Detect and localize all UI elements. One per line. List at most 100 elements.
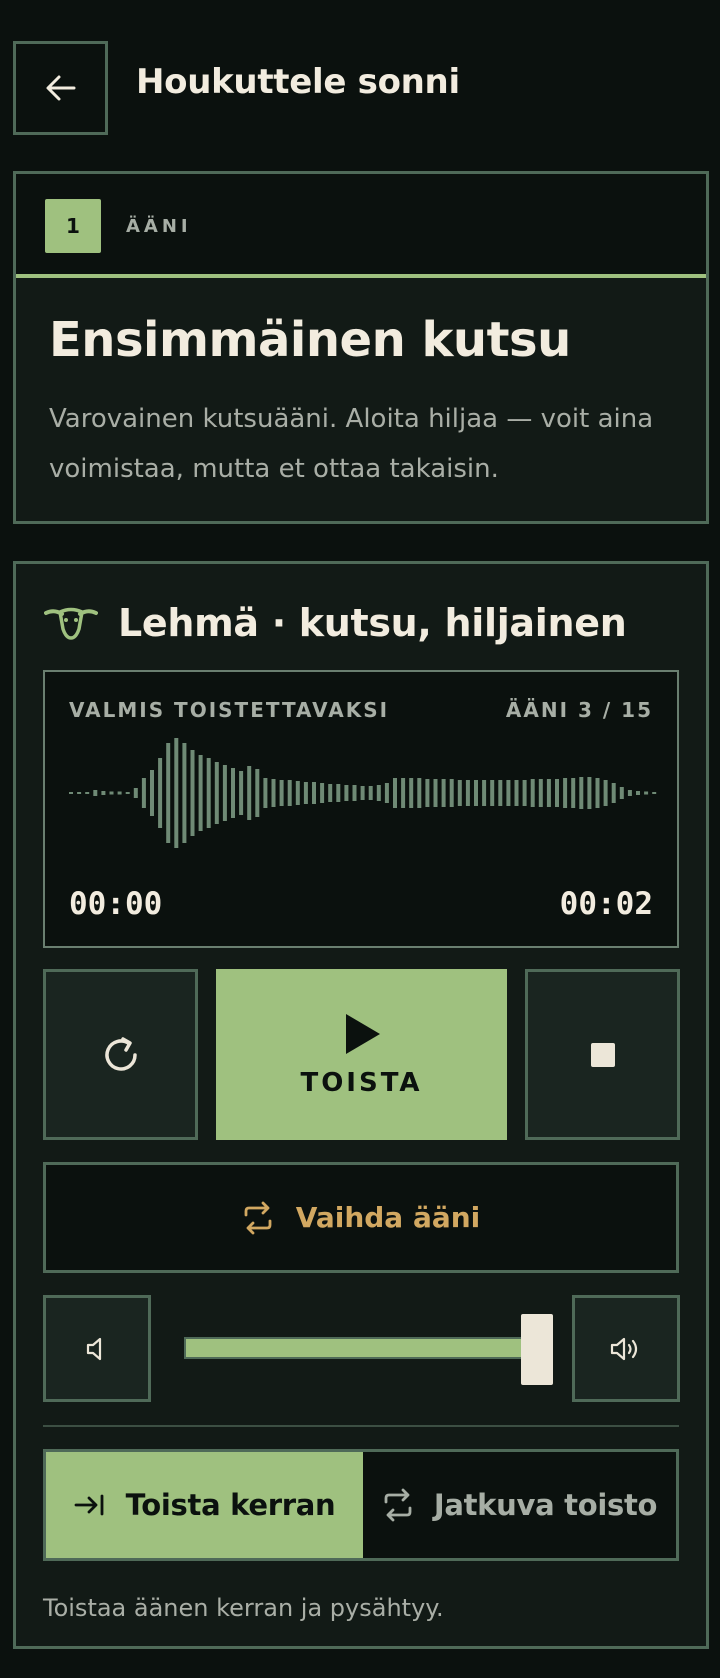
waveform-bar: [190, 750, 195, 836]
waveform-bar: [77, 792, 82, 794]
mode-play-once-label: Toista kerran: [125, 1488, 336, 1522]
waveform-bar: [133, 788, 138, 798]
waveform-bar: [360, 786, 365, 800]
waveform-bar: [231, 768, 235, 818]
mode-continuous-label: Jatkuva toisto: [433, 1488, 658, 1522]
waveform-bar: [222, 765, 227, 821]
waveform-bar: [182, 743, 187, 843]
waveform-bar: [652, 792, 657, 794]
switch-sound-button[interactable]: Vaihda ääni: [43, 1162, 679, 1273]
waveform-bar: [117, 791, 122, 795]
waveform-bar: [417, 778, 422, 808]
waveform-bar: [425, 779, 430, 807]
mode-help-text: Toistaa äänen kerran ja pysähtyy.: [43, 1594, 444, 1622]
section-divider: [43, 1425, 679, 1427]
waveform-bar: [255, 769, 260, 817]
waveform-bar: [441, 779, 446, 807]
repeat-icon: [384, 1488, 412, 1522]
waveform-bar: [239, 771, 244, 815]
waveform-bar: [498, 780, 503, 806]
waveform-bar: [482, 780, 487, 806]
waveform-bar: [101, 791, 106, 795]
sound-counter: ÄÄNI 3 / 15: [505, 698, 653, 722]
waveform-bar: [312, 782, 316, 804]
waveform-bar: [125, 792, 130, 794]
step-kind-label: ÄÄNI: [126, 216, 192, 237]
waveform-bar: [409, 778, 414, 808]
waveform[interactable]: [65, 732, 661, 872]
waveform-bar: [449, 779, 454, 807]
waveform-bar: [206, 758, 211, 828]
volume-high-icon: [610, 1337, 638, 1360]
sound-title-row: Lehmä · kutsu, hiljainen: [44, 598, 627, 648]
waveform-bar: [465, 780, 470, 806]
volume-slider-thumb[interactable]: [521, 1314, 553, 1385]
waveform-bar: [538, 779, 543, 807]
time-current: 00:00: [69, 886, 163, 922]
stop-button[interactable]: [525, 969, 680, 1140]
waveform-bar: [546, 779, 551, 807]
stop-icon: [590, 1042, 615, 1067]
step-header: 1 ÄÄNI: [16, 174, 706, 278]
playback-mode-toggle: Toista kerran Jatkuva toisto: [43, 1449, 679, 1561]
replay-button[interactable]: [43, 969, 198, 1140]
waveform-bar: [150, 770, 154, 816]
waveform-bar: [166, 743, 171, 843]
cow-head-icon: [44, 607, 98, 640]
mode-play-once[interactable]: Toista kerran: [46, 1452, 363, 1558]
waveform-bar: [320, 783, 325, 803]
waveform-bar: [141, 778, 146, 808]
waveform-bar: [109, 791, 114, 795]
waveform-bar: [295, 781, 300, 805]
waveform-bar: [336, 784, 341, 802]
waveform-bar: [352, 785, 357, 801]
waveform-bar: [490, 780, 495, 806]
refresh-icon: [104, 1036, 137, 1071]
waveform-bar: [328, 784, 333, 802]
waveform-bar: [368, 786, 373, 800]
volume-down-button[interactable]: [43, 1295, 151, 1402]
play-button[interactable]: TOISTA: [216, 969, 507, 1140]
waveform-bar: [393, 778, 397, 808]
waveform-bar: [595, 778, 600, 808]
mode-continuous[interactable]: Jatkuva toisto: [363, 1452, 676, 1558]
waveform-bar: [263, 778, 268, 808]
waveform-bar: [271, 779, 276, 807]
waveform-bar: [198, 755, 203, 831]
waveform-bar: [603, 780, 608, 806]
waveform-bar: [619, 787, 624, 799]
back-button[interactable]: [13, 41, 108, 135]
waveform-bar: [344, 785, 349, 801]
waveform-bar: [474, 780, 478, 806]
play-button-label: TOISTA: [300, 1067, 423, 1098]
volume-low-icon: [86, 1337, 102, 1360]
step-description: Varovainen kutsuääni. Aloita hiljaa — vo…: [49, 404, 654, 484]
waveform-bar: [579, 777, 584, 809]
page-title: Houkuttele sonni: [136, 62, 460, 102]
volume-up-button[interactable]: [572, 1295, 680, 1402]
waveform-bar: [587, 777, 592, 809]
waveform-bar: [571, 778, 576, 808]
waveform-bar: [279, 780, 284, 806]
swap-arrows-icon: [244, 1201, 272, 1234]
volume-slider-track[interactable]: [184, 1337, 540, 1359]
waveform-bar: [384, 783, 389, 803]
waveform-bar: [287, 780, 292, 806]
waveform-bar: [457, 780, 462, 806]
waveform-bar: [174, 738, 179, 848]
waveform-bar: [303, 782, 308, 804]
waveform-bar: [563, 778, 568, 808]
switch-sound-label: Vaihda ääni: [295, 1201, 481, 1234]
waveform-bar: [514, 780, 519, 806]
waveform-bar: [433, 779, 438, 807]
waveform-bar: [627, 790, 632, 796]
arrow-to-end-icon: [74, 1494, 104, 1516]
waveform-bar: [247, 766, 252, 820]
play-icon: [345, 1013, 380, 1054]
sound-title: Lehmä · kutsu, hiljainen: [118, 601, 627, 645]
waveform-panel: VALMIS TOISTETTAVAKSI ÄÄNI 3 / 15 00:00 …: [43, 670, 679, 948]
time-total: 00:02: [559, 886, 653, 922]
waveform-bar: [644, 791, 649, 795]
waveform-bar: [506, 780, 511, 806]
waveform-bar: [69, 792, 73, 794]
